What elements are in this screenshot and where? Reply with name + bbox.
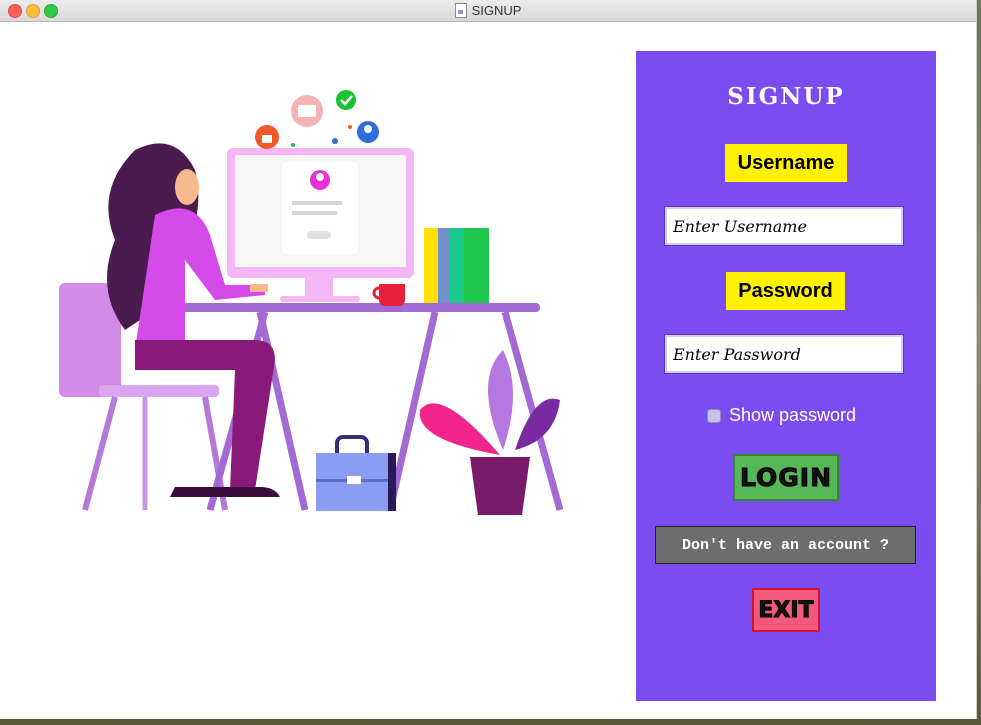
signup-panel: SIGNUP Username Password Show password L… (636, 51, 936, 701)
notification-icons (255, 90, 379, 149)
mug-graphic (372, 284, 405, 306)
monitor-graphic (227, 148, 414, 302)
login-button[interactable]: LOGIN (733, 454, 839, 501)
signup-window: SIGNUP SIGNUP Username Enter Username Pa… (0, 0, 977, 719)
password-label: Password (726, 272, 845, 310)
window-title-group: SIGNUP (0, 0, 976, 21)
plant-graphic (419, 350, 560, 515)
workspace-illustration (59, 90, 564, 515)
form-heading: SIGNUP (727, 83, 845, 110)
password-input[interactable] (664, 334, 904, 374)
username-input[interactable] (664, 206, 904, 246)
title-bar[interactable]: SIGNUP (0, 0, 976, 22)
document-icon (454, 3, 467, 18)
show-password-toggle[interactable]: Show password (707, 405, 856, 426)
exit-button[interactable]: EXIT (752, 588, 820, 632)
show-password-checkbox[interactable] (707, 408, 721, 423)
show-password-label: Show password (729, 405, 857, 425)
briefcase-graphic (316, 435, 396, 511)
window-title: SIGNUP (471, 3, 522, 18)
username-label: Username (725, 144, 847, 182)
dont-have-account-button[interactable]: Don't have an account ? (655, 526, 916, 564)
binders-graphic (424, 228, 489, 303)
